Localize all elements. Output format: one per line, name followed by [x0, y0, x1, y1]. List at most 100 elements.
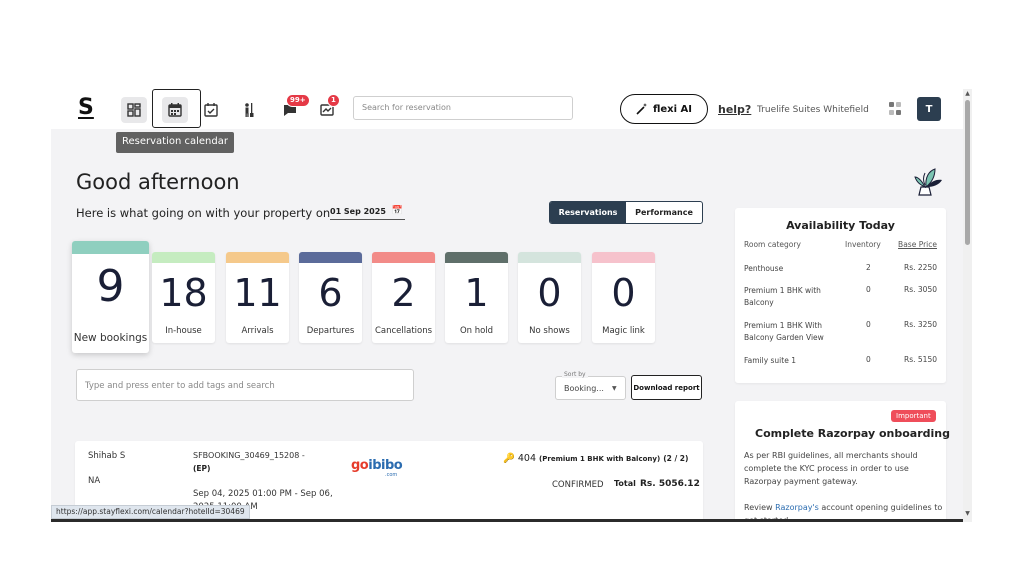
- stat-value: 18: [159, 271, 208, 315]
- chat-icon[interactable]: 99+: [277, 94, 310, 123]
- stat-card-color-bar: [445, 252, 508, 263]
- stat-value: 1: [464, 271, 489, 315]
- room-category: Premium 1 BHK with Balcony: [744, 286, 821, 307]
- sort-label: Sort by: [562, 371, 588, 378]
- room-inventory: 0: [866, 355, 871, 364]
- app-window: S 99+ 1 Search for reservation flexi AI …: [51, 89, 972, 522]
- date-picker[interactable]: 01 Sep 2025 📅: [330, 205, 405, 220]
- stat-value: 6: [318, 271, 343, 315]
- scroll-up-icon[interactable]: ▲: [963, 90, 972, 98]
- greeting-title: Good afternoon: [76, 170, 240, 194]
- stat-card-cancellations[interactable]: 2 Cancellations: [372, 252, 435, 343]
- calendar-icon: 📅: [391, 206, 403, 216]
- stayflexi-logo[interactable]: S: [78, 95, 94, 120]
- booking-id[interactable]: SFBOOKING_30469_15208 -: [193, 451, 305, 460]
- stat-label: Cancellations: [374, 326, 433, 336]
- scroll-down-icon[interactable]: ▼: [963, 510, 972, 518]
- total-amount: Rs. 5056.12: [640, 479, 700, 489]
- availability-panel: Availability Today Room category Invento…: [735, 208, 946, 383]
- room-count: (2 / 2): [663, 454, 689, 463]
- stat-card-arrivals[interactable]: 11 Arrivals: [226, 252, 289, 343]
- chevron-down-icon[interactable]: ▼: [612, 385, 617, 392]
- stat-card-color-bar: [372, 252, 435, 263]
- availability-title: Availability Today: [786, 219, 895, 232]
- page-scrollbar[interactable]: ▲ ▼: [963, 89, 972, 522]
- stat-value: 9: [96, 261, 125, 312]
- room-inventory: 2: [866, 263, 871, 272]
- room-category: Family suite 1: [744, 356, 796, 365]
- housekeeping-icon[interactable]: [236, 97, 262, 123]
- room-number: 404: [517, 453, 537, 464]
- razorpay-title: Complete Razorpay onboarding: [755, 427, 950, 440]
- scrollbar-thumb[interactable]: [965, 100, 970, 245]
- column-header-category: Room category: [744, 240, 801, 249]
- room-category: Penthouse: [744, 264, 784, 273]
- room-base-price: Rs. 5150: [904, 355, 937, 364]
- status-bar-url: https://app.stayflexi.com/calendar?hotel…: [51, 505, 250, 519]
- reviews-icon[interactable]: 1: [314, 94, 340, 123]
- stat-card-magic-link[interactable]: 0 Magic link: [592, 252, 655, 343]
- stat-card-color-bar: [72, 241, 149, 254]
- stat-card-new-bookings[interactable]: 9 New bookings: [72, 241, 149, 353]
- greeting-subtitle: Here is what going on with your property…: [76, 206, 331, 220]
- flexi-ai-button[interactable]: flexi AI: [620, 94, 708, 124]
- hotel-name[interactable]: Truelife Suites Whitefield: [757, 105, 869, 115]
- apps-grid-icon[interactable]: [889, 102, 903, 116]
- stat-label: Departures: [306, 326, 355, 336]
- tab-performance[interactable]: Performance: [626, 202, 702, 223]
- download-report-button[interactable]: Download report: [631, 375, 702, 400]
- stat-card-no-shows[interactable]: 0 No shows: [518, 252, 581, 343]
- reservation-search-input[interactable]: Search for reservation: [353, 96, 573, 120]
- stat-label: In-house: [165, 326, 202, 336]
- calendar-icon[interactable]: [162, 97, 188, 123]
- reviews-badge: 1: [327, 94, 340, 107]
- messages-badge: 99+: [286, 94, 310, 107]
- column-header-base-price[interactable]: Base Price: [898, 240, 937, 249]
- guest-name: Shihab S: [88, 451, 126, 461]
- stat-label: Magic link: [602, 326, 645, 336]
- view-toggle: Reservations Performance: [549, 201, 703, 224]
- room-base-price: Rs. 3050: [904, 285, 937, 294]
- ota-logo-part: go: [351, 458, 369, 473]
- room-category: Premium 1 BHK With Balcony Garden View: [744, 321, 824, 342]
- stat-label: No shows: [529, 326, 570, 336]
- important-badge: Important: [891, 410, 936, 422]
- room-type: (Premium 1 BHK with Balcony): [539, 455, 661, 463]
- goibibo-logo: goibibo: [351, 458, 403, 473]
- room-base-price: Rs. 2250: [904, 263, 937, 272]
- help-link[interactable]: help?: [718, 103, 751, 116]
- booking-status: CONFIRMED: [552, 480, 604, 490]
- date-value: 01 Sep 2025: [330, 207, 386, 216]
- flexi-ai-label: flexi AI: [652, 103, 692, 115]
- stat-value: 11: [233, 271, 282, 315]
- ota-logo-part: ibibo: [368, 458, 403, 473]
- stat-value: 0: [537, 271, 562, 315]
- user-avatar[interactable]: T: [917, 97, 941, 121]
- razorpay-description: As per RBI guidelines, all merchants sho…: [744, 451, 918, 486]
- room-inventory: 0: [866, 285, 871, 294]
- stat-card-in-house[interactable]: 18 In-house: [152, 252, 215, 343]
- razorpay-guidelines-link[interactable]: Razorpay's: [775, 503, 819, 512]
- stat-value: 2: [391, 271, 416, 315]
- key-icon: 🔑: [503, 453, 515, 464]
- stat-value: 0: [611, 271, 636, 315]
- room-info: 🔑 404 (Premium 1 BHK with Balcony) (2 / …: [503, 453, 688, 464]
- window-bottom-edge: [51, 519, 972, 522]
- stat-card-departures[interactable]: 6 Departures: [299, 252, 362, 343]
- plant-illustration-icon: [914, 168, 942, 196]
- stat-label: Arrivals: [241, 326, 274, 336]
- dashboard-icon[interactable]: [121, 97, 147, 123]
- stat-card-on-hold[interactable]: 1 On hold: [445, 252, 508, 343]
- razorpay-onboarding-panel: Important Complete Razorpay onboarding A…: [735, 401, 950, 522]
- rate-plan: (EP): [193, 464, 211, 473]
- tab-reservations[interactable]: Reservations: [550, 202, 626, 223]
- stat-card-color-bar: [518, 252, 581, 263]
- stat-label: New bookings: [73, 332, 148, 344]
- tag-search-input[interactable]: Type and press enter to add tags and sea…: [76, 369, 414, 401]
- room-base-price: Rs. 3250: [904, 320, 937, 329]
- room-inventory: 0: [866, 320, 871, 329]
- ota-logo-suffix: .com: [385, 472, 398, 478]
- calendar-check-icon[interactable]: [198, 97, 224, 123]
- stat-card-color-bar: [592, 252, 655, 263]
- magic-wand-icon: [636, 103, 647, 115]
